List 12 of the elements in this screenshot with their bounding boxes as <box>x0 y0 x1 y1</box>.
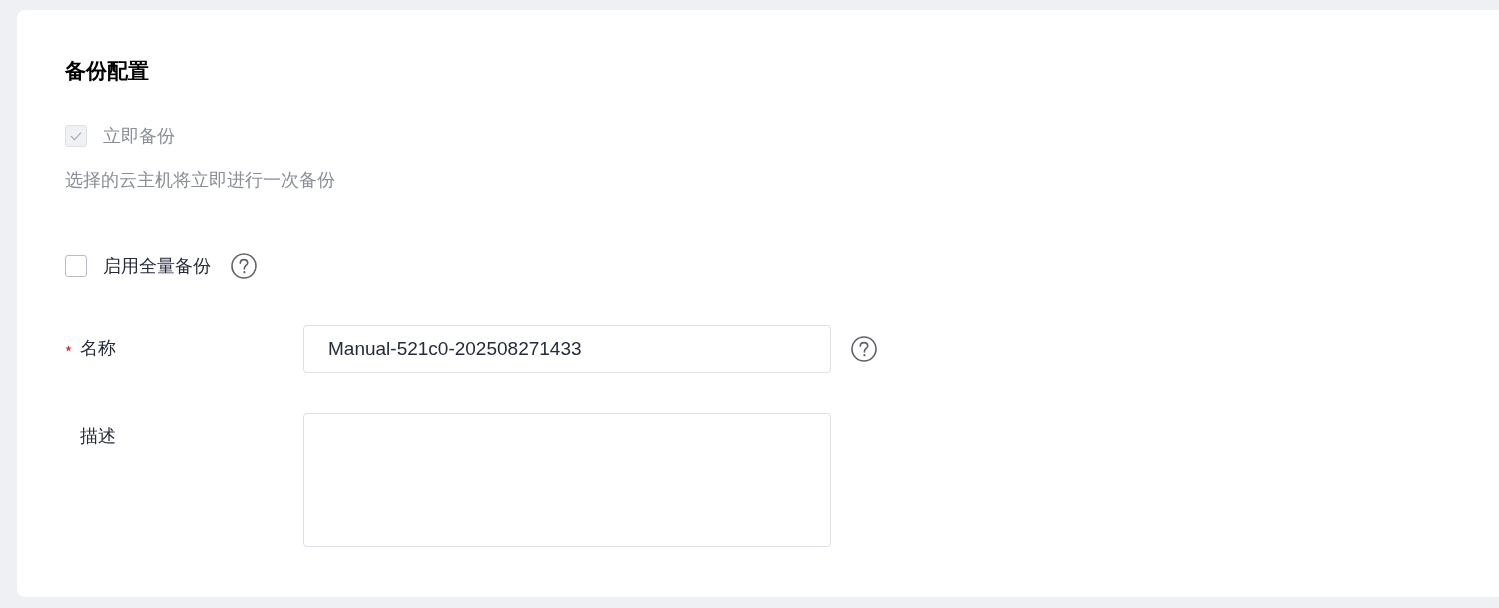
checkbox[interactable] <box>65 255 87 277</box>
field-label: 名称 <box>80 337 116 360</box>
help-icon[interactable] <box>231 253 257 279</box>
description-textarea[interactable] <box>303 413 831 547</box>
check-icon <box>69 129 83 143</box>
help-icon[interactable] <box>851 336 877 362</box>
field-label: 描述 <box>80 425 116 448</box>
name-input[interactable]: Manual-521c0-202508271433 <box>303 325 831 373</box>
checkbox-label: 启用全量备份 <box>103 255 211 278</box>
hint-text: 选择的云主机将立即进行一次备份 <box>65 169 335 192</box>
checkbox-label: 立即备份 <box>103 125 175 148</box>
section-title: 备份配置 <box>65 58 149 84</box>
